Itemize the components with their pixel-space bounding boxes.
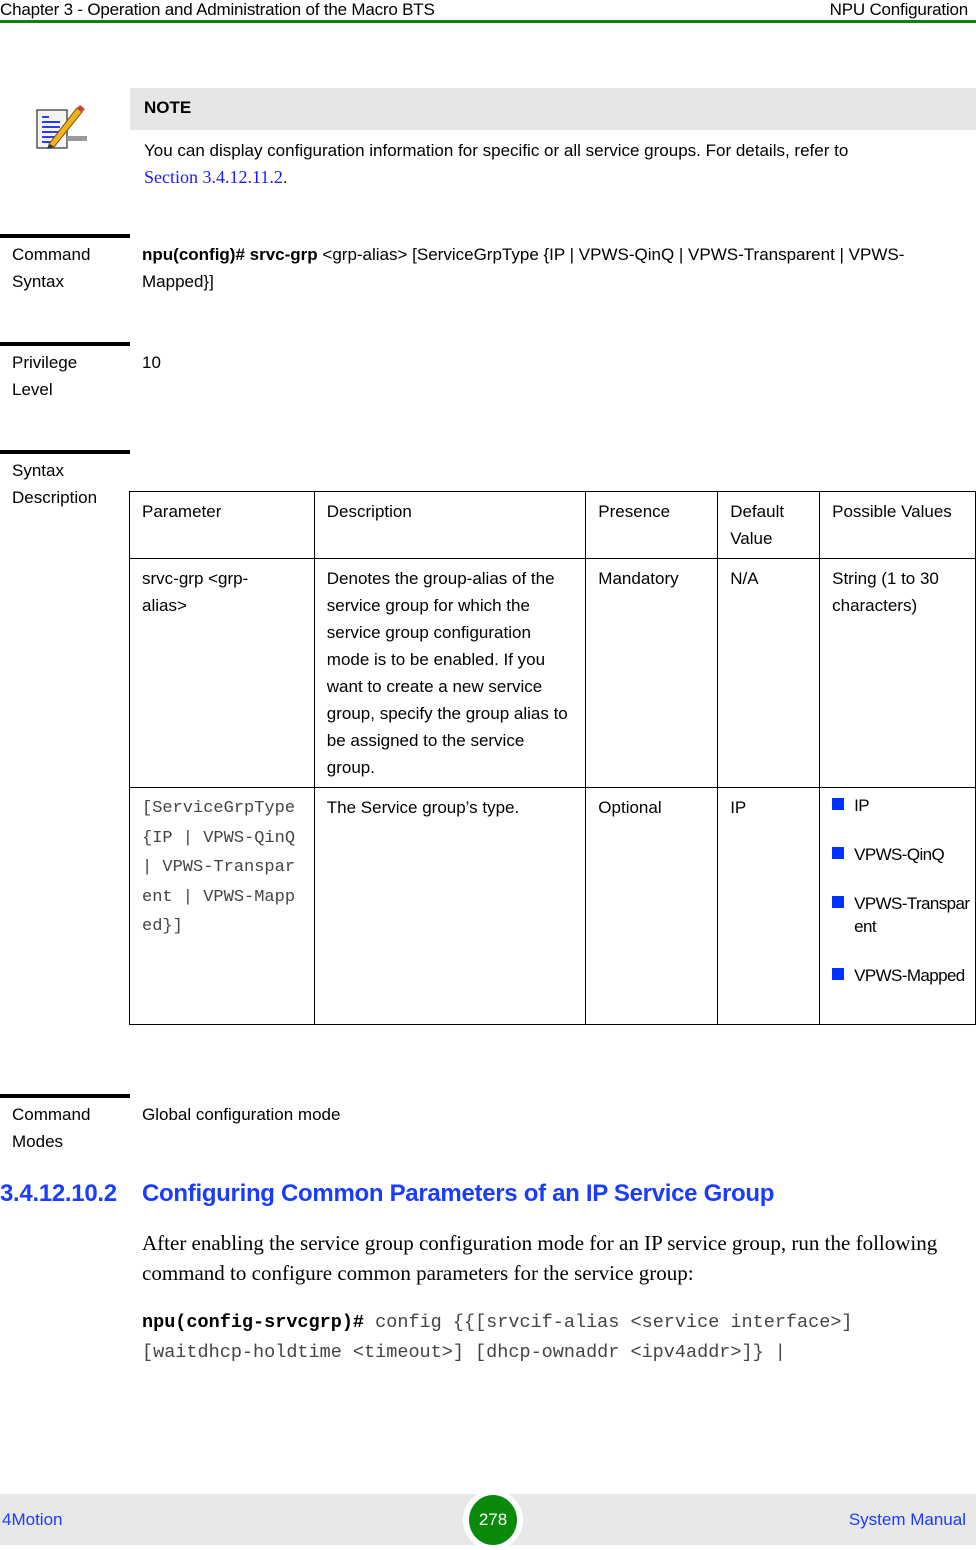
label-line: Syntax (12, 272, 64, 291)
note-period: . (282, 168, 288, 187)
header-cell: Description (313, 491, 587, 559)
table-header-row: Parameter Description Presence Default V… (129, 491, 976, 559)
parameter-cell: srvc-grp <grp-alias> (129, 558, 315, 788)
command-syntax-value: npu(config)# srvc-grp <grp-alias> [Servi… (142, 241, 942, 295)
value-text: VPWS-Mapped (854, 966, 965, 985)
section-link[interactable]: Section 3.4.12.11.2 (144, 167, 283, 187)
command-prompt: npu(config)# srvc-grp (142, 245, 318, 264)
note-box: NOTE You can display configuration infor… (130, 88, 976, 191)
privilege-level-value: 10 (142, 353, 161, 372)
command-line-2: [waitdhcp-holdtime <timeout>] [dhcp-owna… (142, 1342, 786, 1363)
value-text: VPWS-Transparent (854, 894, 970, 936)
section-title-text: Configuring Common Parameters of an IP S… (142, 1180, 775, 1207)
square-bullet-icon (832, 968, 845, 980)
label-line: Privilege (12, 353, 78, 372)
page-number-badge: 278 (469, 1495, 517, 1545)
section-number: 3.4.12.10.2 (0, 1180, 117, 1207)
header-cell: Default Value (717, 491, 821, 559)
syntax-table: Parameter Description Presence Default V… (129, 491, 976, 1025)
label-rule (0, 450, 130, 454)
command-block: npu(config-srvcgrp)# config {{[srvcif-al… (142, 1308, 976, 1368)
default-cell: IP (717, 787, 821, 1025)
table-row: srvc-grp <grp-alias> Denotes the group-a… (129, 558, 976, 788)
default-cell: N/A (717, 558, 821, 788)
square-bullet-icon (832, 798, 845, 810)
square-bullet-icon (832, 896, 845, 908)
label-rule (0, 1094, 130, 1098)
possible-values-cell: IP VPWS-QinQ VPWS-Transparent VPWS-Mappe… (819, 787, 976, 1025)
section-heading: 3.4.12.10.2 Configuring Common Parameters… (0, 1180, 774, 1208)
label-line: Command (12, 245, 91, 264)
command-prompt: npu(config-srvcgrp)# (142, 1312, 365, 1333)
note-pencil-icon (33, 100, 87, 154)
note-title: NOTE (130, 88, 976, 130)
value-text: VPWS-QinQ (854, 845, 945, 864)
label-line: Command (12, 1105, 91, 1124)
presence-cell: Mandatory (585, 558, 719, 788)
page-header: Chapter 3 - Operation and Administration… (0, 0, 976, 22)
header-cell: Presence (585, 491, 719, 559)
description-cell: Denotes the group-alias of the service g… (313, 558, 587, 788)
list-item: VPWS-Transparent (824, 892, 971, 938)
possible-values-cell: String (1 to 30 characters) (819, 558, 976, 788)
footer-manual: System Manual (848, 1510, 966, 1529)
note-body: You can display configuration informatio… (130, 130, 976, 191)
command-modes-value: Global configuration mode (142, 1105, 341, 1124)
syntax-description-label: Syntax Description (12, 457, 127, 511)
header-cell: Parameter (129, 491, 315, 559)
command-syntax-label: Command Syntax (12, 241, 127, 295)
square-bullet-icon (832, 847, 845, 859)
chapter-title: Chapter 3 - Operation and Administration… (0, 0, 435, 19)
list-item: IP (824, 794, 971, 817)
possible-values-list: IP VPWS-QinQ VPWS-Transparent VPWS-Mappe… (824, 794, 971, 987)
note-text: You can display configuration informatio… (144, 141, 849, 160)
label-line: Level (12, 380, 53, 399)
label-rule (0, 234, 130, 238)
list-item: VPWS-Mapped (824, 964, 971, 987)
header-rule (0, 20, 976, 23)
label-line: Syntax (12, 461, 64, 480)
parameter-cell: [ServiceGrpType {IP | VPWS-QinQ | VPWS-T… (129, 787, 315, 1025)
label-rule (0, 342, 130, 346)
presence-cell: Optional (585, 787, 719, 1025)
body-paragraph: After enabling the service group configu… (142, 1231, 938, 1285)
label-line: Modes (12, 1132, 64, 1151)
command-modes-label: Command Modes (12, 1101, 127, 1155)
table-row: [ServiceGrpType {IP | VPWS-QinQ | VPWS-T… (129, 787, 976, 1025)
label-line: Description (12, 488, 98, 507)
section-title: NPU Configuration (829, 0, 969, 19)
command-line-1: config {{[srvcif-alias <service interfac… (364, 1312, 853, 1333)
footer-product: 4Motion (2, 1510, 63, 1529)
header-cell: Possible Values (819, 491, 976, 559)
privilege-level-label: Privilege Level (12, 349, 127, 403)
value-text: IP (854, 796, 869, 815)
list-item: VPWS-QinQ (824, 843, 971, 866)
description-cell: The Service group’s type. (313, 787, 587, 1025)
